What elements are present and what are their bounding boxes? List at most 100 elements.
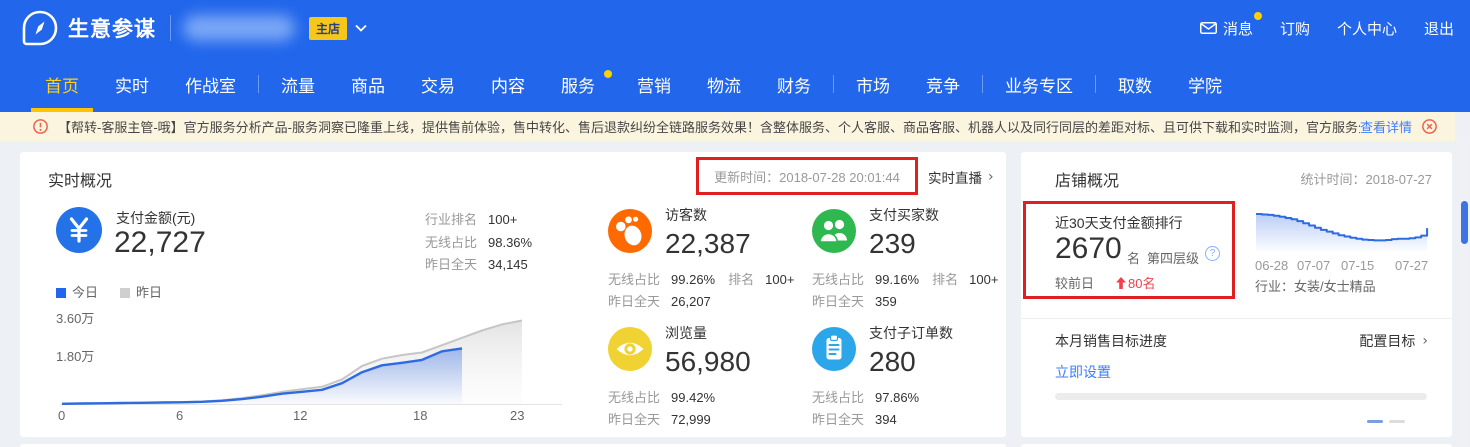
stat-detail-rows: 无线占比99.42% 昨日全天72,999 (608, 387, 823, 431)
help-icon[interactable]: ? (1205, 246, 1220, 261)
stat-title: 访客数 (665, 205, 751, 225)
nav-divider (1095, 75, 1096, 93)
nav-divider (982, 75, 983, 93)
stat-title: 支付子订单数 (869, 323, 953, 343)
stat-detail-rows: 无线占比99.26%排名100+ 昨日全天26,207 (608, 269, 823, 313)
goal-progress-bar (1055, 393, 1427, 400)
account-center-menu-item[interactable]: 个人中心 (1337, 18, 1397, 39)
header-menu: 消息 订购 个人中心 退出 (1200, 18, 1454, 39)
nav-divider (258, 75, 259, 93)
stat-title: 支付买家数 (869, 205, 939, 225)
nav-item-home[interactable]: 首页 (27, 56, 97, 112)
nav-item-products[interactable]: 商品 (333, 56, 403, 112)
configure-goal-link[interactable]: 配置目标› (1359, 331, 1428, 351)
setup-now-link[interactable]: 立即设置 (1055, 362, 1111, 382)
messages-menu-item[interactable]: 消息 (1200, 18, 1253, 39)
info-row: 昨日全天34,145 (425, 254, 532, 277)
mini-x-tick: 06-28 (1255, 258, 1288, 273)
stat-value: 280 (869, 346, 953, 378)
stat-pageviews: 浏览量 56,980 无线占比99.42% 昨日全天72,999 (608, 322, 823, 431)
rank-card-title: 近30天支付金额排行 (1055, 213, 1183, 233)
warning-icon (33, 119, 48, 134)
nav-item-data-fetch[interactable]: 取数 (1100, 56, 1170, 112)
nav-item-marketing[interactable]: 营销 (619, 56, 689, 112)
x-tick: 23 (510, 408, 524, 423)
banner-message: 【帮转-客服主管-哦】官方服务分析产品-服务洞察已隆重上线，提供售前体验，售中转… (58, 117, 1360, 136)
service-notification-dot (604, 70, 612, 78)
rank-value: 2670 (1055, 232, 1122, 266)
main-nav: 首页 实时 作战室 流量 商品 交易 内容 服务 营销 物流 财务 市场 竞争 … (27, 56, 1240, 112)
info-row: 行业排名100+ (425, 209, 532, 232)
stat-visitors: 访客数 22,387 无线占比99.26%排名100+ 昨日全天26,207 (608, 204, 823, 313)
nav-item-logistics[interactable]: 物流 (689, 56, 759, 112)
stat-paid-suborders: 支付子订单数 280 无线占比97.86% 昨日全天394 (812, 322, 1027, 431)
shop-rank-chart (1253, 202, 1431, 254)
payment-value: 22,727 (114, 226, 206, 260)
panel-title-realtime: 实时概况 (48, 167, 112, 191)
carousel-indicator-active[interactable] (1367, 420, 1383, 423)
nav-item-trade[interactable]: 交易 (403, 56, 473, 112)
rank-compare: 较前日 80名 (1055, 273, 1155, 292)
realtime-overview-panel: 实时概况 更新时间：2018-07-28 20:01:44 实时直播› 支付金额… (20, 152, 1006, 437)
x-tick: 12 (293, 408, 307, 423)
realtime-trend-chart (56, 300, 566, 412)
stat-value: 56,980 (665, 346, 751, 378)
scrollbar-thumb[interactable] (1461, 201, 1468, 244)
mini-x-tick: 07-15 (1341, 258, 1374, 273)
unread-dot (1254, 12, 1262, 20)
nav-item-war-room[interactable]: 作战室 (167, 56, 254, 112)
payment-info-rows: 行业排名100+ 无线占比98.36% 昨日全天34,145 (425, 209, 532, 277)
x-tick: 18 (413, 408, 427, 423)
nav-item-traffic[interactable]: 流量 (263, 56, 333, 112)
mini-x-tick: 07-07 (1297, 258, 1330, 273)
nav-item-service[interactable]: 服务 (543, 56, 619, 112)
main-shop-badge[interactable]: 主店 (309, 17, 347, 40)
x-tick: 6 (176, 408, 183, 423)
header-divider (170, 15, 171, 41)
scrollbar-track[interactable] (1460, 141, 1469, 447)
payment-yuan-icon (56, 207, 102, 253)
legend-yesterday: 昨日 (120, 282, 162, 301)
stat-paying-buyers: 支付买家数 239 无线占比99.16%排名100+ 昨日全天359 (812, 204, 1027, 313)
pageviews-eye-icon (608, 327, 652, 371)
banner-details-link[interactable]: 查看详情 (1360, 117, 1412, 136)
suborders-clipboard-icon (812, 327, 856, 371)
header-background: 生意参谋 主店 消息 订购 个人中心 退出 首页 实时 作战室 流量 商品 交易… (0, 0, 1470, 112)
stat-value: 22,387 (665, 228, 751, 260)
section-divider (1021, 318, 1452, 319)
visitor-footprint-icon (608, 209, 652, 253)
orders-menu-item[interactable]: 订购 (1280, 18, 1310, 39)
notification-banner: 【帮转-客服主管-哦】官方服务分析产品-服务洞察已隆重上线，提供售前体验，售中转… (0, 112, 1455, 141)
info-row: 无线占比98.36% (425, 232, 532, 255)
live-broadcast-link[interactable]: 实时直播› (928, 167, 994, 187)
nav-item-business-zone[interactable]: 业务专区 (987, 56, 1091, 112)
stat-detail-rows: 无线占比97.86% 昨日全天394 (812, 387, 1027, 431)
payment-title: 支付金额(元) (116, 208, 195, 228)
banner-close-icon[interactable] (1422, 119, 1437, 134)
mini-x-tick: 07-27 (1395, 258, 1428, 273)
nav-item-content[interactable]: 内容 (473, 56, 543, 112)
goal-title: 本月销售目标进度 (1055, 331, 1167, 351)
rank-unit: 名 (1127, 248, 1140, 267)
shop-name-blurred (181, 13, 299, 43)
shop-overview-panel: 店铺概况 统计时间：2018-07-27 近30天支付金额排行 2670 名 第… (1021, 152, 1452, 437)
yesterday-swatch (120, 288, 130, 298)
nav-item-finance[interactable]: 财务 (759, 56, 829, 112)
industry-label: 行业：女装/女士精品 (1255, 276, 1376, 295)
carousel-indicator[interactable] (1389, 420, 1405, 423)
statistics-time: 统计时间：2018-07-27 (1301, 169, 1433, 188)
nav-item-competition[interactable]: 竞争 (908, 56, 978, 112)
nav-item-realtime[interactable]: 实时 (97, 56, 167, 112)
buyers-people-icon (812, 209, 856, 253)
stat-title: 浏览量 (665, 323, 751, 343)
update-time: 更新时间：2018-07-28 20:01:44 (698, 159, 916, 194)
nav-item-academy[interactable]: 学院 (1170, 56, 1240, 112)
mail-icon (1200, 22, 1217, 34)
chart-legend: 今日 昨日 (56, 282, 162, 301)
logout-menu-item[interactable]: 退出 (1424, 18, 1454, 39)
nav-item-market[interactable]: 市场 (838, 56, 908, 112)
legend-today: 今日 (56, 282, 98, 301)
shop-switch-chevron-down-icon[interactable] (355, 24, 367, 32)
top-header-bar: 生意参谋 主店 消息 订购 个人中心 退出 (0, 0, 1470, 56)
product-name: 生意参谋 (68, 13, 156, 43)
